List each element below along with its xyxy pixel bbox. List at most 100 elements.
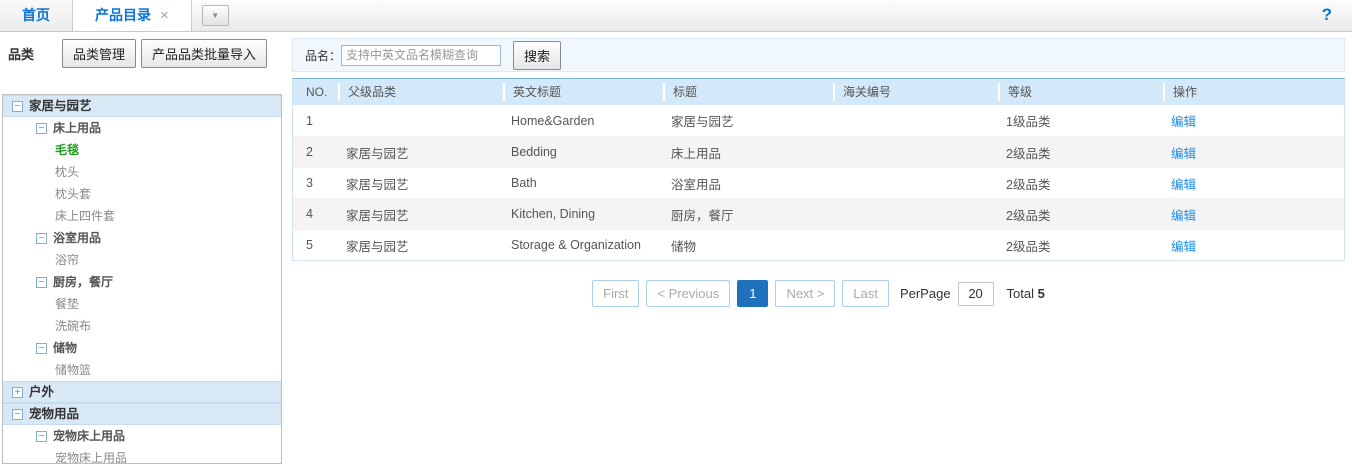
column-header: 英文标题 bbox=[503, 83, 663, 101]
edit-link[interactable]: 编辑 bbox=[1171, 209, 1196, 223]
pagination: First < Previous 1 Next > Last PerPage T… bbox=[292, 280, 1345, 307]
row-number: 4 bbox=[306, 207, 313, 221]
parent-category: 家居与园艺 bbox=[346, 177, 409, 192]
search-toolbar: 品名： 搜索 bbox=[292, 38, 1345, 72]
total-label: Total 5 bbox=[1007, 286, 1045, 301]
tree-item-label: 枕头 bbox=[55, 165, 80, 179]
collapse-icon[interactable]: − bbox=[36, 276, 47, 288]
title-en: Bedding bbox=[511, 145, 557, 159]
edit-link[interactable]: 编辑 bbox=[1171, 178, 1196, 192]
tree-item-label: 家居与园艺 bbox=[29, 99, 92, 113]
tree-item-label: 浴帘 bbox=[55, 253, 80, 267]
sidebar-title: 品类 bbox=[8, 47, 35, 62]
parent-category: 家居与园艺 bbox=[346, 146, 409, 161]
collapse-icon[interactable]: − bbox=[36, 430, 47, 442]
previous-page-button[interactable]: < Previous bbox=[646, 280, 731, 307]
tree-item[interactable]: 毛毯 bbox=[3, 139, 281, 161]
category-level: 2级品类 bbox=[1006, 239, 1051, 254]
edit-link[interactable]: 编辑 bbox=[1171, 147, 1196, 161]
tree-item-label: 储物篮 bbox=[55, 363, 92, 377]
next-page-button[interactable]: Next > bbox=[775, 280, 836, 307]
title-cn: 家居与园艺 bbox=[671, 115, 734, 129]
row-actions: 编辑 bbox=[1163, 174, 1344, 193]
tree-item[interactable]: 洗碗布 bbox=[3, 315, 281, 337]
tree-item[interactable]: − 宠物用品 bbox=[3, 403, 281, 425]
tab-list-dropdown-button[interactable]: ▼ bbox=[201, 5, 229, 26]
tree-item[interactable]: 枕头套 bbox=[3, 183, 281, 205]
collapse-icon[interactable]: − bbox=[36, 232, 47, 244]
collapse-icon[interactable]: − bbox=[36, 342, 47, 354]
table-header-row: NO. 父级品类 英文标题 标题 海关编号 等级 操作 bbox=[293, 79, 1344, 105]
tree-item[interactable]: + 户外 bbox=[3, 381, 281, 403]
tree-item[interactable]: − 浴室用品 bbox=[3, 227, 281, 249]
parent-category: 家居与园艺 bbox=[346, 239, 409, 254]
category-batch-import-button[interactable]: 产品品类批量导入 bbox=[141, 39, 268, 68]
sidebar: 品类 品类管理 产品品类批量导入 − 家居与园艺 − 床上用品 毛毯 枕头 枕头套 床上四件套… bbox=[0, 32, 282, 474]
tree-item[interactable]: − 厨房，餐厅 bbox=[3, 271, 281, 293]
title-cn: 储物 bbox=[671, 239, 697, 254]
tree-item-label: 床上四件套 bbox=[55, 209, 116, 223]
column-header: 标题 bbox=[663, 83, 833, 101]
help-icon[interactable]: ? bbox=[1322, 0, 1332, 31]
tree-item-label: 户外 bbox=[29, 385, 55, 399]
tree-item-label: 储物 bbox=[53, 341, 78, 355]
main-panel: 品名： 搜索 NO. 父级品类英文标题标题海关编号等级操作 1 Home&Garde… bbox=[282, 32, 1352, 474]
table-row: 3 家居与园艺 Bath 浴室用品 2级品类 编辑 bbox=[293, 167, 1344, 198]
perpage-input[interactable] bbox=[957, 281, 994, 306]
tree-item-label: 宠物用品 bbox=[29, 407, 80, 421]
collapse-icon[interactable]: − bbox=[12, 100, 23, 112]
current-page-button[interactable]: 1 bbox=[737, 280, 769, 307]
tree-item-label: 洗碗布 bbox=[55, 319, 92, 333]
search-label: 品名： bbox=[305, 48, 342, 63]
category-tree: − 家居与园艺 − 床上用品 毛毯 枕头 枕头套 床上四件套 − 浴室用品 浴帘 − 厨房，餐厅 餐垫 洗碗… bbox=[2, 94, 282, 464]
title-en: Home&Garden bbox=[511, 113, 595, 128]
tab-product-catalog[interactable]: 产品目录 × bbox=[73, 0, 192, 31]
category-level: 2级品类 bbox=[1006, 177, 1051, 192]
tree-item-label: 床上用品 bbox=[53, 121, 102, 135]
row-actions: 编辑 bbox=[1163, 205, 1344, 224]
column-header: NO. bbox=[306, 85, 328, 99]
row-number: 3 bbox=[306, 176, 313, 190]
title-en: Kitchen, Dining bbox=[511, 207, 596, 221]
tab-home[interactable]: 首页 bbox=[0, 0, 73, 31]
last-page-button[interactable]: Last bbox=[842, 280, 889, 307]
tree-item-label: 餐垫 bbox=[55, 297, 80, 311]
edit-link[interactable]: 编辑 bbox=[1171, 240, 1196, 254]
tree-item[interactable]: − 储物 bbox=[3, 337, 281, 359]
tree-item-label: 宠物床上用品 bbox=[53, 429, 126, 443]
search-button[interactable]: 搜索 bbox=[513, 40, 562, 70]
tree-item[interactable]: 床上四件套 bbox=[3, 205, 281, 227]
tree-item[interactable]: 餐垫 bbox=[3, 293, 281, 315]
category-level: 2级品类 bbox=[1006, 208, 1051, 223]
collapse-icon[interactable]: − bbox=[12, 408, 23, 420]
tree-item[interactable]: 枕头 bbox=[3, 161, 281, 183]
tree-item[interactable]: 储物篮 bbox=[3, 359, 281, 381]
column-header: 操作 bbox=[1163, 83, 1344, 101]
column-header: 海关编号 bbox=[833, 83, 998, 101]
title-cn: 浴室用品 bbox=[671, 177, 722, 192]
category-table: NO. 父级品类 英文标题 标题 海关编号 等级 操作 1 Home&Garden 家居与园艺 1… bbox=[292, 78, 1345, 261]
column-header: 等级 bbox=[998, 83, 1163, 101]
page-content: 品类 品类管理 产品品类批量导入 − 家居与园艺 − 床上用品 毛毯 枕头 枕头套 床上四件套… bbox=[0, 32, 1352, 474]
edit-link[interactable]: 编辑 bbox=[1171, 115, 1196, 129]
tree-item[interactable]: 宠物床上用品 bbox=[3, 447, 281, 463]
total-count: 5 bbox=[1037, 286, 1045, 301]
row-number: 2 bbox=[306, 145, 313, 159]
table-row: 1 Home&Garden 家居与园艺 1级品类 编辑 bbox=[293, 105, 1344, 136]
tree-item[interactable]: − 宠物床上用品 bbox=[3, 425, 281, 447]
search-input[interactable] bbox=[341, 44, 502, 66]
row-number: 1 bbox=[306, 113, 313, 128]
table-body: 1 Home&Garden 家居与园艺 1级品类 编辑 2 家居与园艺 Bedding 床上用品… bbox=[293, 105, 1344, 260]
tree-item[interactable]: − 床上用品 bbox=[3, 117, 281, 139]
expand-icon[interactable]: + bbox=[12, 386, 23, 398]
first-page-button[interactable]: First bbox=[592, 280, 640, 307]
tab-bar: 首页 产品目录 × ▼ ? bbox=[0, 0, 1352, 32]
category-level: 1级品类 bbox=[1006, 115, 1051, 129]
tree-item[interactable]: − 家居与园艺 bbox=[3, 95, 281, 117]
tree-item[interactable]: 浴帘 bbox=[3, 249, 281, 271]
parent-category: 家居与园艺 bbox=[346, 208, 409, 223]
collapse-icon[interactable]: − bbox=[36, 122, 47, 134]
category-manage-button[interactable]: 品类管理 bbox=[62, 39, 137, 68]
tree-item-label: 厨房，餐厅 bbox=[53, 275, 114, 289]
close-icon[interactable]: × bbox=[160, 8, 169, 23]
